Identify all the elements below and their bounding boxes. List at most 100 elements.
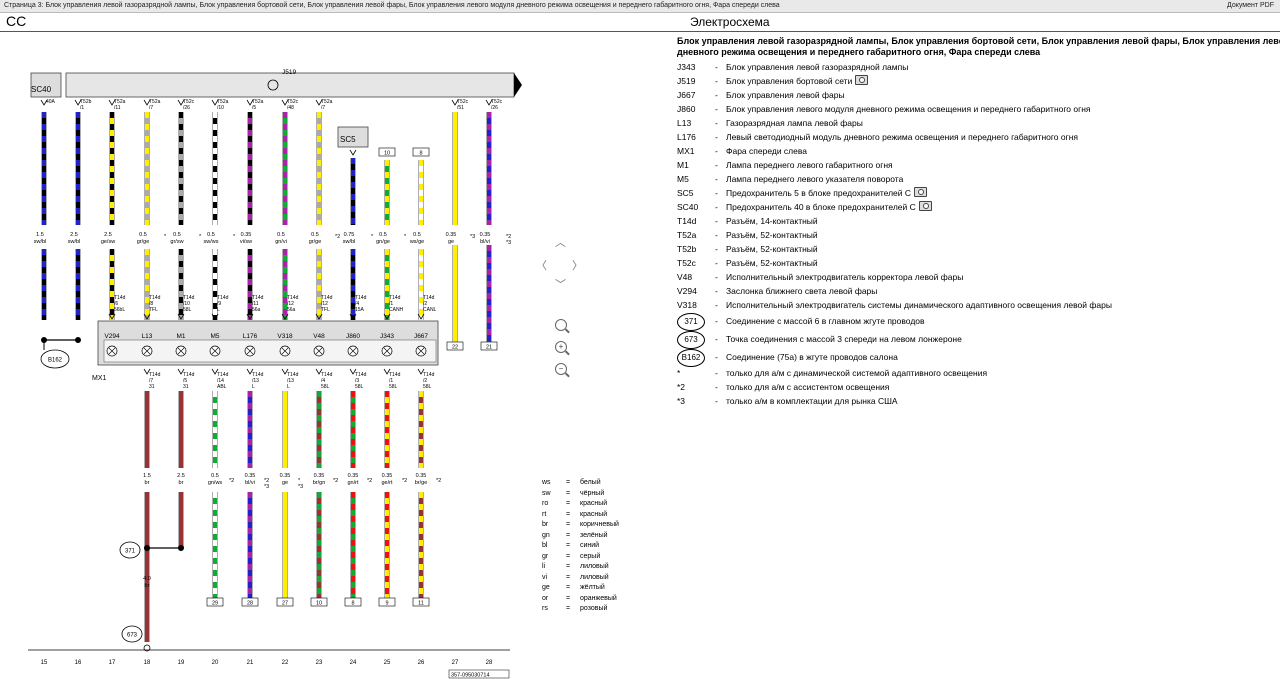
legend-code: L13	[677, 118, 692, 128]
component-label: J343	[380, 333, 394, 340]
color-abbr: ro	[542, 500, 549, 507]
color-abbr: ge	[542, 584, 550, 591]
connector-signal: 31	[183, 384, 189, 390]
ref-box-label: 8	[419, 151, 422, 157]
color-abbr: br	[542, 521, 549, 528]
legend-item: L176 - Левый светодиодный модуль дневного …	[677, 130, 1280, 144]
color-legend-row: or = оранжевый	[542, 594, 642, 605]
legend-dash: -	[715, 352, 718, 362]
color-legend-row: ro = красный	[542, 499, 642, 510]
color-legend-row: br = коричневый	[542, 520, 642, 531]
color-name: жёлтый	[580, 584, 605, 591]
legend-item: T14d - Разъём, 14-контактный	[677, 214, 1280, 228]
legend-code: *	[677, 368, 681, 378]
ground-673-label: 673	[127, 633, 138, 639]
wire-color: gr/sw	[170, 239, 183, 245]
mx1-label: MX1	[92, 375, 107, 382]
zoom-out-icon[interactable]: −	[555, 363, 567, 375]
camera-icon[interactable]	[855, 75, 869, 85]
wire-gauge: 0.35	[348, 473, 359, 479]
wire-color: bl/vi	[245, 480, 255, 486]
wire-gauge: 0.5	[413, 232, 421, 238]
legend-item: T52b - Разъём, 52-контактный	[677, 242, 1280, 256]
color-name: оранжевый	[580, 594, 617, 602]
legend-dash: -	[715, 258, 718, 268]
junction-dot	[178, 545, 184, 551]
connector-signal: 31	[149, 384, 155, 390]
legend-desc: Лампа переднего левого указателя поворот…	[726, 174, 904, 184]
footnote-mark: *2	[333, 478, 338, 484]
ref-box-label: 9	[385, 601, 388, 607]
ref-box-label: 10	[316, 601, 322, 607]
column-number: 28	[486, 660, 493, 666]
color-legend-row: ws = белый	[542, 478, 642, 489]
column-number: 25	[384, 660, 391, 666]
footnote-mark: *	[371, 234, 374, 240]
legend-dash: -	[715, 272, 718, 282]
connector-signal: 58L	[423, 384, 432, 390]
legend-item: MX1 - Фара спереди слева	[677, 144, 1280, 158]
legend-dash: -	[715, 104, 718, 114]
legend-dash: -	[715, 216, 718, 226]
connector-signal: 58L	[389, 384, 398, 390]
wire-gauge: 0.5	[277, 232, 285, 238]
pdf-link[interactable]: Документ PDF	[1221, 0, 1274, 11]
legend-code: J519	[677, 76, 696, 86]
sc5-label: SC5	[340, 135, 356, 144]
color-legend-row: rt = красный	[542, 510, 642, 521]
color-legend-row: gr = серый	[542, 552, 642, 563]
color-legend-row: vi = лиловый	[542, 573, 642, 584]
legend-dash: -	[715, 174, 718, 184]
connector-label: 40A	[46, 99, 56, 105]
legend-code: T52a	[677, 230, 697, 240]
legend-desc: Блок управления левого модуля дневного р…	[726, 104, 1091, 114]
j519-arrow	[514, 73, 522, 97]
legend-desc: Предохранитель 5 в блоке предохранителей…	[726, 186, 928, 200]
component-label: V294	[104, 333, 120, 340]
legend-ground-item: B162- Соединение (75a) в жгуте проводов с…	[677, 348, 1280, 367]
legend-dash: -	[715, 382, 718, 392]
junction-dot	[75, 337, 81, 343]
column-number: 22	[282, 660, 289, 666]
pan-left-icon[interactable]: 〈	[536, 257, 547, 273]
color-abbr: sw	[542, 489, 551, 497]
wire-color: ws/ge	[409, 239, 424, 245]
footnote-mark: *2	[229, 478, 234, 484]
legend-dash: -	[715, 146, 718, 156]
color-name: белый	[580, 479, 601, 486]
wire-gauge: 0.35	[480, 232, 491, 238]
legend-desc: Точка соединения с массой 3 спереди на л…	[726, 334, 962, 344]
connector-signal: 56bL	[114, 307, 125, 313]
color-name: зелёный	[580, 531, 608, 539]
zoom-fit-icon[interactable]	[555, 319, 567, 331]
legend-code: SC40	[677, 202, 699, 212]
zoom-in-icon[interactable]: +	[555, 341, 567, 353]
wire-color: gn/vi	[275, 239, 287, 245]
wire-color-legend: ws = белый sw = чёрный ro = красный rt = красный br =…	[542, 478, 642, 615]
legend-note: *3 - только а/м в комплектации для рынка С…	[677, 394, 1280, 408]
wire-color: sw/bl	[34, 239, 47, 245]
camera-icon[interactable]	[918, 201, 932, 211]
camera-icon[interactable]	[914, 187, 928, 197]
legend-desc: Газоразрядная лампа левой фары	[726, 118, 863, 128]
component-label: M1	[176, 333, 185, 340]
legend-desc: Фара спереди слева	[726, 146, 808, 156]
footnote-mark: *2	[335, 234, 340, 240]
legend-item: L13 - Газоразрядная лампа левой фары	[677, 116, 1280, 130]
wire-gauge: 1.5	[36, 232, 44, 238]
legend-item: M1 - Лампа переднего левого габаритного ог…	[677, 158, 1280, 172]
pan-right-icon[interactable]: 〉	[572, 257, 583, 273]
legend-code: T14d	[677, 216, 697, 226]
wire-gauge: 1.5	[143, 473, 151, 479]
color-abbr: vi	[542, 573, 548, 581]
legend-title-1: Блок управления левой газоразрядной ламп…	[677, 36, 1280, 46]
legend-code: MX1	[677, 146, 695, 156]
connector-pin: /1	[80, 105, 84, 111]
legend-item: J860 - Блок управления левого модуля дневн…	[677, 102, 1280, 116]
color-abbr: bl	[542, 542, 548, 549]
wire-gauge: 0.35	[241, 232, 252, 238]
ref-box-label: 10	[384, 151, 390, 157]
ground-371-label: 371	[125, 549, 136, 555]
pan-up-icon[interactable]: ︿	[555, 234, 566, 250]
pan-down-icon[interactable]: ﹀	[555, 276, 566, 292]
